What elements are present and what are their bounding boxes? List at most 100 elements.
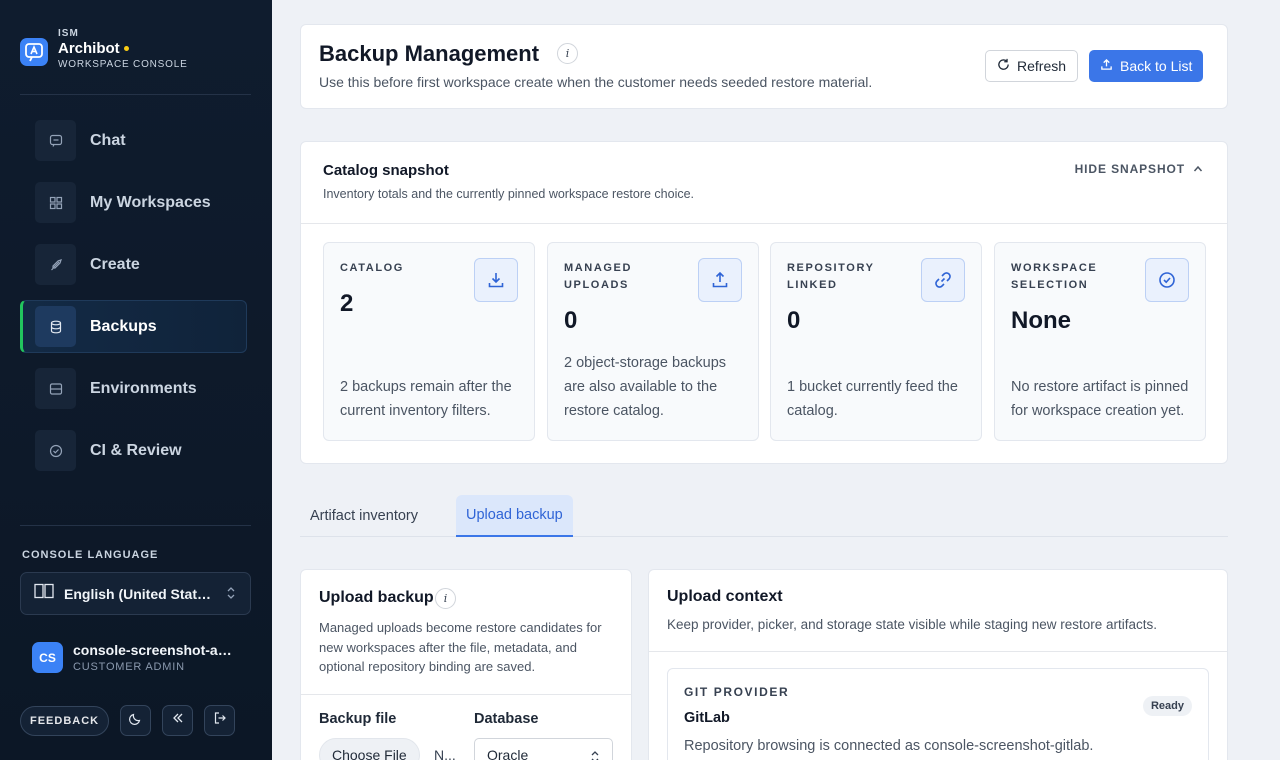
sidebar-item-label: Environments bbox=[90, 379, 197, 397]
stat-value: None bbox=[1011, 307, 1071, 334]
sidebar-item-backups[interactable]: Backups bbox=[20, 300, 247, 353]
snapshot-title: Catalog snapshot bbox=[323, 162, 449, 179]
stat-description: No restore artifact is pinned for worksp… bbox=[1011, 379, 1189, 419]
info-icon[interactable]: i bbox=[557, 43, 578, 64]
back-to-list-button[interactable]: Back to List bbox=[1089, 50, 1204, 82]
brand: ISM Archibot WORKSPACE CONSOLE bbox=[20, 28, 188, 70]
provider-name: GitLab bbox=[684, 710, 730, 726]
status-badge: Ready bbox=[1142, 696, 1192, 716]
file-status: N... bbox=[434, 747, 456, 760]
sidebar-item-label: My Workspaces bbox=[90, 193, 211, 211]
catalog-snapshot: Catalog snapshot Inventory totals and th… bbox=[300, 141, 1228, 464]
brand-org: ISM bbox=[58, 28, 79, 39]
back-to-list-label: Back to List bbox=[1120, 58, 1193, 74]
upload-context-panel: Upload context Keep provider, picker, an… bbox=[648, 569, 1228, 760]
sidebar-item-label: Backups bbox=[90, 317, 157, 335]
collapse-sidebar-button[interactable] bbox=[162, 705, 194, 736]
provider-description: Repository browsing is connected as cons… bbox=[684, 738, 1094, 754]
sidebar-item-my-workspaces[interactable]: My Workspaces bbox=[20, 176, 247, 229]
rocket-icon bbox=[35, 244, 76, 285]
sidebar-item-ci-review[interactable]: CI & Review bbox=[20, 424, 247, 477]
link-icon bbox=[921, 258, 965, 302]
tab-bar: Artifact inventory Upload backup bbox=[300, 495, 1228, 537]
user-profile[interactable]: CS console-screenshot-admin CUSTOMER ADM… bbox=[32, 642, 237, 673]
status-dot bbox=[123, 46, 129, 51]
chevron-up-icon bbox=[1193, 165, 1203, 172]
sidebar-nav: Chat My Workspaces Create Backups Enviro… bbox=[20, 114, 247, 500]
context-divider bbox=[649, 651, 1227, 652]
snapshot-subtitle: Inventory totals and the currently pinne… bbox=[323, 187, 695, 201]
archibot-logo-icon bbox=[20, 38, 48, 66]
refresh-button[interactable]: Refresh bbox=[985, 50, 1079, 82]
database-icon bbox=[35, 306, 76, 347]
sidebar-divider bbox=[20, 525, 251, 526]
database-select[interactable]: Oracle bbox=[474, 738, 613, 760]
chevron-updown-icon bbox=[591, 751, 599, 760]
feedback-button[interactable]: FEEDBACK bbox=[20, 705, 110, 736]
hide-snapshot-button[interactable]: HIDE SNAPSHOT bbox=[1075, 162, 1203, 176]
user-role: CUSTOMER ADMIN bbox=[73, 661, 185, 673]
brand-name: Archibot bbox=[58, 40, 120, 57]
book-icon bbox=[34, 583, 54, 604]
chevron-updown-icon bbox=[226, 586, 236, 605]
sidebar: ISM Archibot WORKSPACE CONSOLE Chat My W… bbox=[0, 0, 272, 760]
chat-icon bbox=[35, 120, 76, 161]
database-label: Database bbox=[474, 711, 539, 727]
user-name: console-screenshot-admin bbox=[73, 642, 237, 658]
sidebar-divider bbox=[20, 94, 251, 95]
sidebar-actions: FEEDBACK bbox=[20, 705, 236, 736]
stat-card-repository-linked: REPOSITORY LINKED 0 1 bucket currently f… bbox=[770, 242, 982, 441]
upload-description: Managed uploads become restore candidate… bbox=[319, 620, 602, 674]
provider-label: GIT PROVIDER bbox=[684, 685, 790, 699]
theme-toggle-button[interactable] bbox=[120, 705, 152, 736]
refresh-icon bbox=[997, 58, 1010, 74]
moon-icon bbox=[128, 711, 143, 730]
stat-value: 0 bbox=[564, 307, 578, 334]
sidebar-item-chat[interactable]: Chat bbox=[20, 114, 247, 167]
stat-label: REPOSITORY LINKED bbox=[787, 262, 875, 291]
logout-icon bbox=[213, 711, 227, 730]
database-value: Oracle bbox=[487, 747, 529, 760]
tab-upload-backup[interactable]: Upload backup bbox=[456, 495, 573, 537]
hide-snapshot-label: HIDE SNAPSHOT bbox=[1074, 162, 1185, 176]
logout-button[interactable] bbox=[204, 705, 236, 736]
backup-file-label: Backup file bbox=[319, 711, 397, 727]
stat-label: MANAGED UPLOADS bbox=[564, 262, 633, 291]
stat-value: 2 bbox=[340, 290, 354, 317]
avatar: CS bbox=[32, 642, 63, 673]
stat-value: 0 bbox=[787, 307, 801, 334]
tab-artifact-inventory[interactable]: Artifact inventory bbox=[300, 495, 428, 536]
stat-card-catalog: CATALOG 2 2 backups remain after the cur… bbox=[323, 242, 535, 441]
refresh-label: Refresh bbox=[1017, 58, 1067, 74]
sidebar-item-environments[interactable]: Environments bbox=[20, 362, 247, 415]
stat-label: WORKSPACE SELECTION bbox=[1011, 262, 1098, 291]
stat-description: 1 bucket currently feed the catalog. bbox=[787, 379, 958, 419]
stat-description: 2 backups remain after the current inven… bbox=[340, 379, 512, 419]
chevrons-left-icon bbox=[171, 711, 185, 730]
upload-backup-panel: Upload backup i Managed uploads become r… bbox=[300, 569, 632, 760]
git-provider-card: GIT PROVIDER GitLab Ready Repository bro… bbox=[667, 668, 1209, 760]
context-title: Upload context bbox=[667, 588, 783, 605]
info-icon[interactable]: i bbox=[435, 588, 456, 609]
upload-icon bbox=[698, 258, 742, 302]
language-title: CONSOLE LANGUAGE bbox=[22, 549, 159, 561]
brand-subtitle: WORKSPACE CONSOLE bbox=[58, 59, 188, 70]
context-subtitle: Keep provider, picker, and storage state… bbox=[667, 617, 1158, 632]
sidebar-item-label: Create bbox=[90, 255, 140, 273]
language-value: English (United States) bbox=[64, 585, 216, 602]
sidebar-item-create[interactable]: Create bbox=[20, 238, 247, 291]
upload-title: Upload backup bbox=[319, 589, 434, 606]
stat-card-workspace-selection: WORKSPACE SELECTION None No restore arti… bbox=[994, 242, 1206, 441]
snapshot-divider bbox=[301, 223, 1227, 224]
upload-icon bbox=[1100, 58, 1113, 74]
grid-icon bbox=[35, 182, 76, 223]
check-circle-icon bbox=[1145, 258, 1189, 302]
check-circle-icon bbox=[35, 430, 76, 471]
page-title: Backup Management bbox=[319, 41, 540, 66]
server-icon bbox=[35, 368, 76, 409]
download-icon bbox=[474, 258, 518, 302]
choose-file-button[interactable]: Choose File bbox=[319, 738, 420, 760]
language-select[interactable]: English (United States) bbox=[20, 572, 251, 615]
stat-description: 2 object-storage backups are also availa… bbox=[564, 355, 727, 419]
page-subtitle: Use this before first workspace create w… bbox=[319, 74, 873, 90]
